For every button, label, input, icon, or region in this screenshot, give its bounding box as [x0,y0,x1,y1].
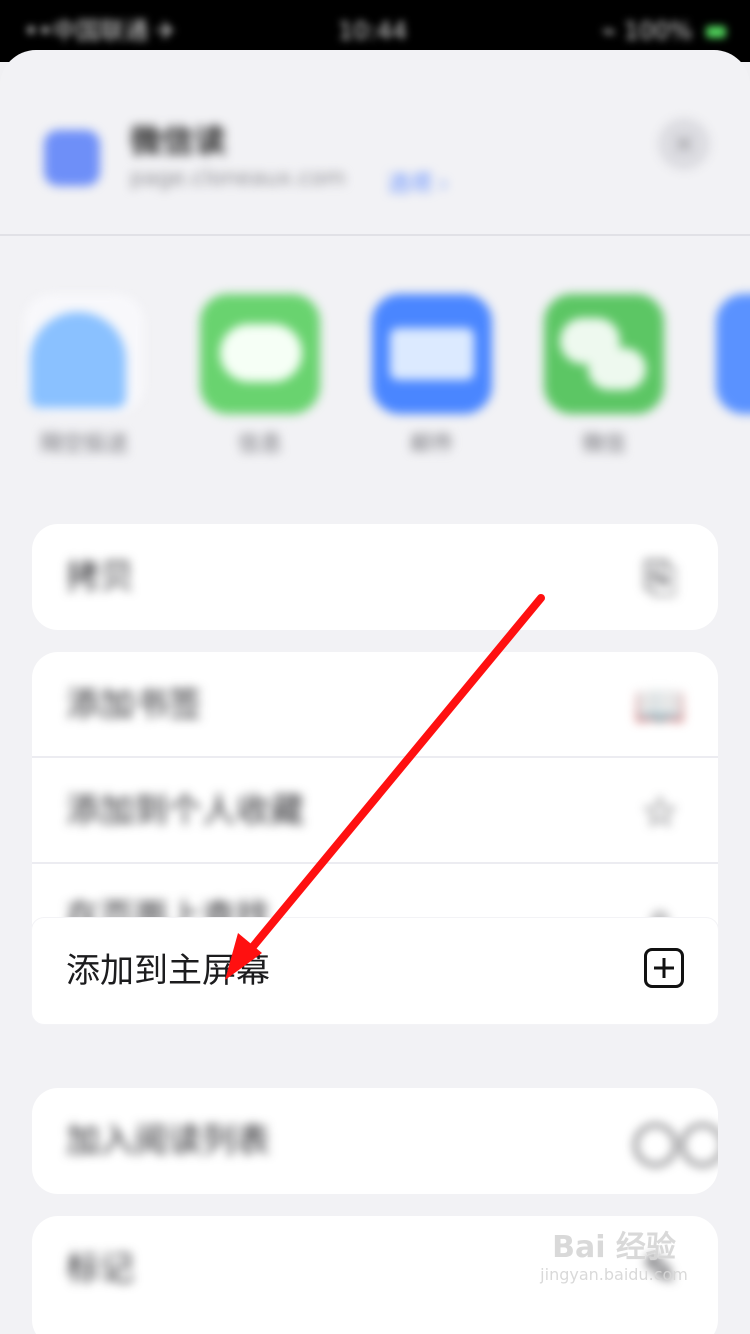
watermark-url: jingyan.baidu.com [540,1265,688,1284]
envelope-shape [390,328,474,380]
add-to-home-screen-button[interactable]: 添加到主屏幕 [32,918,718,1024]
share-sheet: 微信读 page.cloneaux.com 选项 › × 隔空投送 信息 邮件 … [0,50,750,1334]
share-sheet-screen: ••中国联通 ✈ 10:44 ⌁ 100% 微信读 page.cloneaux.… [0,0,750,1334]
airdrop-icon [24,294,144,414]
messages-icon [200,294,320,414]
close-button[interactable]: × [658,118,710,170]
share-app-messages[interactable]: 信息 [176,290,320,480]
battery-text: ⌁ 100% [601,17,693,45]
mail-icon [372,294,492,414]
markup-label: 标记 [66,1249,134,1289]
carrier-signal: ••中国联通 ✈ [24,17,177,45]
copy-row[interactable]: 拷贝 ⎘ [32,524,718,630]
site-url: page.cloneaux.com [130,166,346,191]
wechat-bubble-b [588,348,646,390]
copy-group: 拷贝 ⎘ [32,524,718,630]
watermark-main: Bai 经验 [552,1230,676,1265]
site-icon [44,130,100,186]
share-app-label: 隔空投送 [39,432,128,457]
header-divider [0,234,750,236]
star-icon: ☆ [641,787,679,836]
reading-list-group: 加入阅读列表 ◯◯ [32,1088,718,1194]
reading-list-row[interactable]: 加入阅读列表 ◯◯ [32,1088,718,1194]
share-app-row: 隔空投送 信息 邮件 微信 [0,290,750,490]
share-app-mail[interactable]: 邮件 [348,290,492,480]
airdrop-shape [30,312,126,408]
plus-square-icon [644,948,684,988]
share-sheet-header: 微信读 page.cloneaux.com 选项 › × [0,86,750,236]
share-app-wechat[interactable]: 微信 [520,290,664,480]
share-app-label: 邮件 [409,432,454,457]
status-time: 10:44 [338,17,408,45]
share-app-label: 微信 [581,432,626,457]
share-app-airdrop[interactable]: 隔空投送 [0,290,144,480]
more-app-icon [716,294,750,414]
battery-status: ⌁ 100% [602,18,726,44]
add-bookmark-label: 添加书签 [66,685,202,725]
copy-label: 拷贝 [66,557,134,597]
add-favorite-row[interactable]: 添加到个人收藏 ☆ [32,758,718,864]
add-bookmark-row[interactable]: 添加书签 📖 [32,652,718,758]
site-title: 微信读 [130,122,227,160]
book-icon: 📖 [633,681,687,730]
message-bubble-shape [220,324,302,382]
share-app-label: 更 [692,426,750,458]
close-icon: × [673,129,695,159]
share-app-label: 信息 [237,432,282,457]
reading-list-label: 加入阅读列表 [66,1121,270,1161]
options-link[interactable]: 选项 › [388,166,448,198]
glasses-icon: ◯◯ [632,1117,718,1166]
share-app-more[interactable]: 更 [692,290,750,480]
add-favorite-label: 添加到个人收藏 [66,791,304,831]
copy-icon: ⎘ [643,553,677,602]
battery-icon [706,26,726,38]
add-to-home-screen-label: 添加到主屏幕 [66,951,270,991]
wechat-icon [544,294,664,414]
baidu-watermark: Bai 经验 jingyan.baidu.com [514,1230,714,1300]
